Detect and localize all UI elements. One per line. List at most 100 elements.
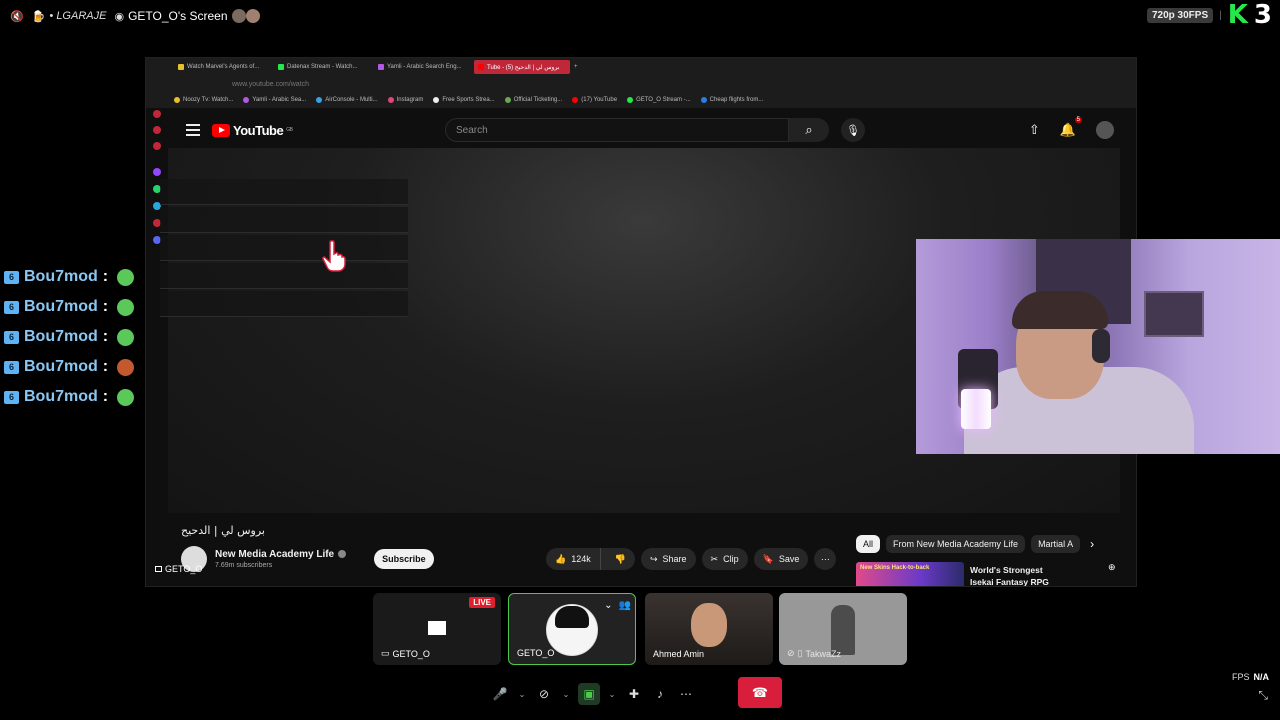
- chevron-down-icon[interactable]: ⌄: [604, 600, 612, 611]
- menu-icon[interactable]: [186, 124, 200, 136]
- header-actions: ⇧ 🔔 5: [1029, 117, 1114, 139]
- browser-tab-active[interactable]: Tube - بروس لي | الدحيح (5): [474, 60, 570, 74]
- voice-search-button[interactable]: 🎙: [841, 118, 865, 142]
- kick-logo: K: [1227, 0, 1248, 30]
- notifications-bell-icon[interactable]: 🔔 5: [1060, 117, 1082, 138]
- participant-name-tag: GETO_O: [517, 648, 554, 658]
- tile-controls: ⌄ 👥: [604, 600, 631, 611]
- bookmark-item[interactable]: GETO_O Stream -...: [627, 97, 691, 103]
- screen-share-icon: [155, 566, 162, 572]
- phone-hangup-icon: ☎: [751, 684, 769, 700]
- channel-name[interactable]: New Media Academy Life: [215, 549, 334, 560]
- menu-row[interactable]: [160, 235, 408, 261]
- search-input[interactable]: Search: [445, 118, 789, 142]
- activities-icon[interactable]: ✚: [624, 683, 644, 705]
- new-tab-icon[interactable]: +: [574, 64, 578, 70]
- search-button[interactable]: ⌕: [789, 118, 829, 142]
- muted-icon: ⊘: [787, 648, 795, 658]
- twitch-icon[interactable]: [153, 168, 161, 176]
- bookmark-item[interactable]: Official Ticketing...: [504, 97, 562, 103]
- volume-icon[interactable]: 🔇: [10, 10, 24, 23]
- participant-tile[interactable]: Ahmed Amin: [645, 593, 773, 665]
- microphone-icon: 🎙: [846, 124, 860, 137]
- more-actions-button[interactable]: ⋯: [814, 548, 837, 570]
- browser-tab[interactable]: Watch Marvel's Agents of...: [174, 60, 270, 74]
- bookmark-label: AirConsole - Multi...: [325, 97, 378, 103]
- camera-off-button[interactable]: ⊘: [534, 683, 554, 705]
- chevron-right-icon[interactable]: ›: [1090, 537, 1094, 551]
- bookmark-item[interactable]: Yamli - Arabic Sea...: [243, 97, 306, 103]
- browser-tab[interactable]: Yamli - Arabic Search Eng...: [374, 60, 470, 74]
- region-code: GB: [286, 127, 293, 133]
- screen-share-button[interactable]: ▣: [578, 683, 600, 705]
- subscriber-badge-icon: 6: [4, 300, 19, 314]
- like-button[interactable]: 👍 124k: [546, 548, 601, 570]
- sidebar-app-icon[interactable]: [153, 110, 161, 118]
- bookmark-label: Free Sports Strea...: [442, 97, 495, 103]
- dislike-button[interactable]: 👎: [606, 554, 635, 565]
- bookmark-label: Instagram: [396, 97, 424, 103]
- chip-channel[interactable]: From New Media Academy Life: [886, 535, 1026, 553]
- menu-row[interactable]: [160, 263, 408, 289]
- save-button[interactable]: 🔖 Save: [753, 548, 809, 570]
- chevron-down-icon[interactable]: ⌄: [560, 683, 572, 705]
- bookmark-item[interactable]: Free Sports Strea...: [433, 97, 495, 103]
- collapse-icon[interactable]: ⤡: [1258, 688, 1268, 703]
- chat-username: Bou7mod: [24, 268, 98, 285]
- bookmark-item[interactable]: Noozy Tv: Watch...: [174, 97, 233, 103]
- sidebar-app-icon[interactable]: [153, 126, 161, 134]
- tab-favicon: [178, 64, 184, 70]
- add-to-queue-icon[interactable]: ⊕: [1108, 562, 1116, 586]
- soundboard-icon[interactable]: ♪: [650, 683, 670, 705]
- beer-icon: 🍺: [31, 10, 46, 23]
- bookmark-item[interactable]: AirConsole - Multi...: [316, 97, 378, 103]
- chip-all[interactable]: All: [856, 535, 881, 553]
- bookmark-item[interactable]: (17) YouTube: [572, 97, 617, 103]
- microphone-button[interactable]: 🎤: [490, 683, 510, 705]
- thumbnail-text: New Skins Hack-to-back: [860, 565, 930, 571]
- emote-icon: [117, 358, 135, 376]
- search-placeholder: Search: [456, 124, 488, 136]
- participant-name: GETO_O: [517, 648, 555, 658]
- chip-martial-arts[interactable]: Martial A: [1031, 535, 1081, 553]
- sidebar-app-icon[interactable]: [153, 142, 161, 150]
- subscribe-button[interactable]: Subscribe: [374, 549, 434, 569]
- participant-tile-active[interactable]: ⌄ 👥 GETO_O: [508, 593, 636, 665]
- tab-label: Yamli - Arabic Search Eng...: [387, 64, 462, 70]
- recommendation-thumbnail[interactable]: New Skins Hack-to-back: [856, 562, 964, 586]
- participant-name-tag: Ahmed Amin: [653, 649, 704, 659]
- chat-username: Bou7mod: [24, 328, 98, 345]
- menu-row[interactable]: [160, 207, 408, 233]
- address-bar[interactable]: www.youtube.com/watch: [146, 76, 1136, 92]
- fps-label: FPS: [1231, 672, 1250, 682]
- disconnect-button[interactable]: ☎: [738, 677, 782, 708]
- youtube-logo[interactable]: YouTube GB: [212, 123, 293, 138]
- youtube-header: YouTube GB Search ⌕ 🎙 ⇧ 🔔 5: [168, 110, 1136, 150]
- recommendation-item[interactable]: New Skins Hack-to-back World's Strongest…: [856, 562, 1116, 586]
- bookmark-icon: 🔖: [762, 553, 774, 564]
- menu-row[interactable]: [160, 291, 408, 317]
- share-button[interactable]: ↪ Share: [640, 548, 696, 570]
- chat-separator: :: [102, 268, 109, 285]
- account-avatar[interactable]: [1096, 121, 1114, 139]
- clip-button[interactable]: ✂ Clip: [701, 548, 748, 570]
- bookmark-item[interactable]: Instagram: [387, 97, 424, 103]
- menu-row[interactable]: [160, 179, 408, 205]
- chat-message: 6 Bou7mod :: [4, 352, 135, 382]
- people-icon[interactable]: 👥: [619, 600, 631, 611]
- chevron-down-icon[interactable]: ⌄: [516, 683, 528, 705]
- bookmark-icon: [174, 97, 180, 103]
- bookmarks-bar: Noozy Tv: Watch... Yamli - Arabic Sea...…: [146, 92, 1136, 108]
- resolution-badge: 720p 30FPS: [1146, 7, 1214, 23]
- chevron-down-icon[interactable]: ⌄: [606, 683, 618, 705]
- upload-icon[interactable]: ⇧: [1029, 122, 1040, 138]
- bookmark-item[interactable]: Cheap flights from...: [700, 97, 763, 103]
- participant-name: TakwaZz: [805, 648, 842, 659]
- recommendation-title[interactable]: World's Strongest Isekai Fantasy RPG: [970, 564, 1062, 586]
- participant-tile[interactable]: ⊘ ▯ TakwaZz: [779, 593, 907, 665]
- participant-tile[interactable]: LIVE ▭ GETO_O: [373, 593, 501, 665]
- call-controls: 🎤 ⌄ ⊘ ⌄ ▣ ⌄ ✚ ♪ ⋯: [490, 680, 696, 708]
- browser-tab[interactable]: Datenax Stream - Watch...: [274, 60, 370, 74]
- more-options-icon[interactable]: ⋯: [676, 683, 696, 705]
- tab-favicon: [278, 64, 284, 70]
